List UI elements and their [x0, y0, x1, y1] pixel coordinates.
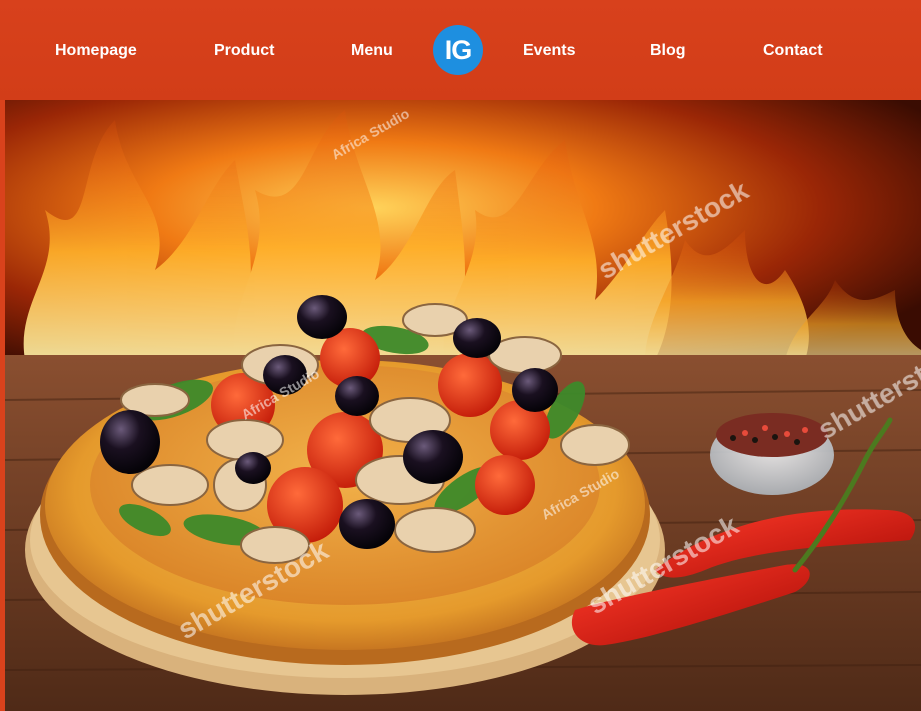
- top-navbar: Homepage Product Menu IG Events Blog Con…: [0, 0, 921, 100]
- nav-link-contact[interactable]: Contact: [763, 42, 823, 60]
- nav-link-homepage[interactable]: Homepage: [55, 42, 137, 60]
- nav-link-blog[interactable]: Blog: [650, 42, 686, 60]
- nav-link-menu[interactable]: Menu: [351, 42, 393, 60]
- hero-image: shutterstock shutterstock shutterstock s…: [5, 100, 921, 711]
- nav-link-product[interactable]: Product: [214, 42, 274, 60]
- brand-logo[interactable]: IG: [433, 25, 483, 75]
- page: Homepage Product Menu IG Events Blog Con…: [0, 0, 921, 711]
- hero-illustration: shutterstock shutterstock shutterstock s…: [5, 100, 921, 711]
- nav-link-events[interactable]: Events: [523, 42, 575, 60]
